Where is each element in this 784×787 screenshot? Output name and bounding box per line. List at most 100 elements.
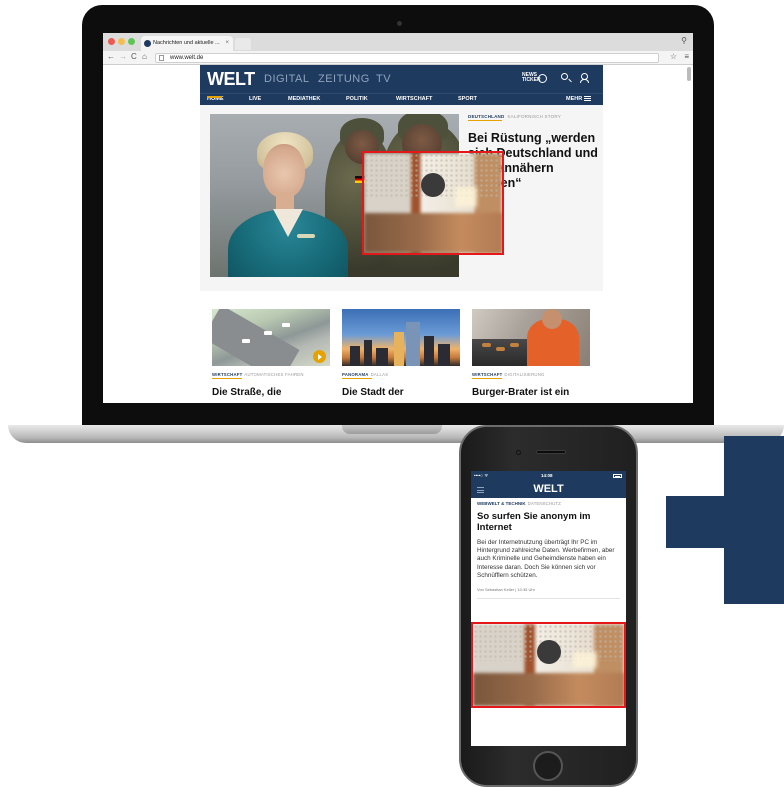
ad-logo-icon bbox=[536, 640, 561, 665]
building-shape bbox=[406, 322, 420, 366]
teaser-kicker: WIRTSCHAFT AUTOMATISCHES FAHREN bbox=[212, 372, 330, 379]
building-shape bbox=[350, 346, 360, 366]
play-icon[interactable] bbox=[313, 350, 326, 363]
browser-tabbar: Nachrichten und aktuelle ... × ⚲ bbox=[103, 33, 693, 51]
user-icon[interactable] bbox=[580, 73, 589, 83]
patty-shape bbox=[510, 343, 519, 347]
welt-favicon-icon bbox=[144, 40, 151, 47]
user-profile-icon[interactable]: ⚲ bbox=[681, 36, 687, 45]
mobile-kicker: WEBWELT & TECHNIK DATENSCHUTZ bbox=[477, 501, 620, 506]
mobile-kicker-sub: DATENSCHUTZ bbox=[527, 501, 561, 506]
status-time: 14:08 bbox=[541, 473, 553, 478]
ad-floor bbox=[473, 673, 624, 706]
mobile-header: WELT bbox=[471, 482, 626, 498]
hamburger-menu-icon[interactable] bbox=[584, 96, 591, 101]
ad-banner-mobile[interactable] bbox=[471, 622, 626, 708]
car-shape bbox=[242, 339, 250, 343]
teaser-image-burger[interactable] bbox=[472, 309, 590, 366]
url-text: www.welt.de bbox=[170, 55, 204, 61]
address-bar[interactable]: www.welt.de bbox=[155, 53, 659, 63]
teaser-image-skyline[interactable] bbox=[342, 309, 460, 366]
menu-icon[interactable]: ≡ bbox=[684, 52, 689, 61]
subnav-politik[interactable]: POLITIK bbox=[346, 96, 368, 102]
welt-header: WELT DIGITAL ZEITUNG TV NEWS TICKER bbox=[200, 65, 603, 93]
signal-indicator: ••••○ ᯤ bbox=[474, 473, 489, 478]
patty-shape bbox=[482, 343, 491, 347]
browser-toolbar: ← → C ⌂ www.welt.de ☆ ≡ bbox=[103, 51, 693, 65]
reload-button[interactable]: C bbox=[131, 52, 137, 61]
worker-head bbox=[542, 309, 562, 329]
tab-close-icon[interactable]: × bbox=[225, 36, 229, 51]
phone-speaker bbox=[536, 450, 566, 454]
building-shape bbox=[364, 340, 372, 366]
subnav-more[interactable]: MEHR bbox=[566, 96, 582, 102]
laptop-notch bbox=[342, 425, 442, 434]
teaser-card[interactable]: WIRTSCHAFT DIGITALISIERUNG Burger-Brater … bbox=[472, 309, 590, 398]
phone-status-bar: ••••○ ᯤ 14:08 bbox=[471, 471, 626, 482]
scrollbar[interactable] bbox=[687, 67, 691, 81]
welt-subnav: HOME LIVE MEDIATHEK POLITIK WIRTSCHAFT S… bbox=[200, 93, 603, 105]
teaser-kicker-label: WIRTSCHAFT bbox=[212, 372, 243, 377]
person-face bbox=[263, 144, 305, 198]
teaser-card[interactable]: PANORAMA DALLAS Die Stadt der bbox=[342, 309, 460, 398]
subnav-wirtschaft[interactable]: WIRTSCHAFT bbox=[396, 96, 432, 102]
bookmark-star-icon[interactable]: ☆ bbox=[670, 52, 677, 61]
zoom-window-button[interactable] bbox=[128, 38, 135, 45]
nav-tv[interactable]: TV bbox=[376, 73, 391, 85]
home-button[interactable] bbox=[533, 751, 563, 781]
mobile-article: WEBWELT & TECHNIK DATENSCHUTZ So surfen S… bbox=[471, 498, 626, 600]
nav-digital[interactable]: DIGITAL bbox=[264, 73, 309, 85]
hero-kicker-label: DEUTSCHLAND bbox=[468, 114, 505, 119]
ad-light bbox=[572, 651, 597, 669]
teaser-image-highway[interactable] bbox=[212, 309, 330, 366]
teaser-kicker: PANORAMA DALLAS bbox=[342, 372, 460, 379]
nav-zeitung[interactable]: ZEITUNG bbox=[318, 73, 370, 85]
battery-icon bbox=[613, 474, 622, 478]
minimize-window-button[interactable] bbox=[118, 38, 125, 45]
new-tab-button[interactable] bbox=[235, 38, 251, 50]
page-icon bbox=[159, 55, 164, 61]
kicker-underline bbox=[212, 378, 242, 379]
subnav-sport[interactable]: SPORT bbox=[458, 96, 477, 102]
building-shape bbox=[376, 348, 388, 366]
teaser-title[interactable]: Die Straße, die bbox=[212, 387, 330, 398]
home-button[interactable]: ⌂ bbox=[142, 52, 147, 61]
subnav-mediathek[interactable]: MEDIATHEK bbox=[288, 96, 320, 102]
teaser-title[interactable]: Burger-Brater ist ein bbox=[472, 387, 590, 398]
mobile-kicker-label: WEBWELT & TECHNIK bbox=[477, 501, 526, 506]
teaser-card[interactable]: WIRTSCHAFT AUTOMATISCHES FAHREN Die Straß… bbox=[212, 309, 330, 398]
forward-button[interactable]: → bbox=[119, 52, 127, 61]
subnav-live[interactable]: LIVE bbox=[249, 96, 261, 102]
kicker-underline bbox=[472, 378, 502, 379]
clock-icon[interactable] bbox=[538, 74, 547, 83]
teaser-kicker-sub: DALLAS bbox=[370, 372, 389, 377]
jacket-badge bbox=[297, 234, 315, 238]
close-window-button[interactable] bbox=[108, 38, 115, 45]
tab-title: Nachrichten und aktuelle ... bbox=[153, 40, 220, 46]
building-shape bbox=[424, 336, 434, 366]
mobile-teaser-text: Bei der Internetnutzung überträgt Ihr PC… bbox=[477, 539, 615, 579]
phone-camera bbox=[516, 450, 521, 455]
hero-kicker-sub: KALIFORNISCH STORY bbox=[507, 114, 561, 119]
mobile-headline[interactable]: So surfen Sie anonym im Internet bbox=[477, 511, 620, 533]
divider bbox=[477, 598, 620, 600]
car-shape bbox=[264, 331, 272, 335]
hero-kicker: DEUTSCHLAND KALIFORNISCH STORY bbox=[468, 114, 598, 121]
mobile-welt-logo[interactable]: WELT bbox=[471, 483, 626, 495]
back-button[interactable]: ← bbox=[107, 52, 115, 61]
smartphone: ••••○ ᯤ 14:08 WELT WEBWELT & TECHNIK DATE… bbox=[459, 425, 638, 787]
building-shape bbox=[438, 344, 450, 366]
welt-logo[interactable]: WELT bbox=[207, 69, 255, 90]
patty-shape bbox=[496, 347, 505, 351]
teaser-kicker-sub: AUTOMATISCHES FAHREN bbox=[244, 372, 304, 377]
plus-icon-bar bbox=[666, 496, 784, 548]
ad-light bbox=[455, 187, 478, 207]
browser-tab[interactable]: Nachrichten und aktuelle ... × bbox=[141, 36, 233, 51]
teaser-title[interactable]: Die Stadt der bbox=[342, 387, 460, 398]
ad-banner-desktop[interactable] bbox=[362, 151, 504, 255]
teaser-kicker: WIRTSCHAFT DIGITALISIERUNG bbox=[472, 372, 590, 379]
ad-logo-icon bbox=[421, 173, 445, 197]
kicker-underline bbox=[342, 378, 372, 379]
teaser-kicker-label: WIRTSCHAFT bbox=[472, 372, 503, 377]
search-icon[interactable] bbox=[561, 73, 568, 80]
